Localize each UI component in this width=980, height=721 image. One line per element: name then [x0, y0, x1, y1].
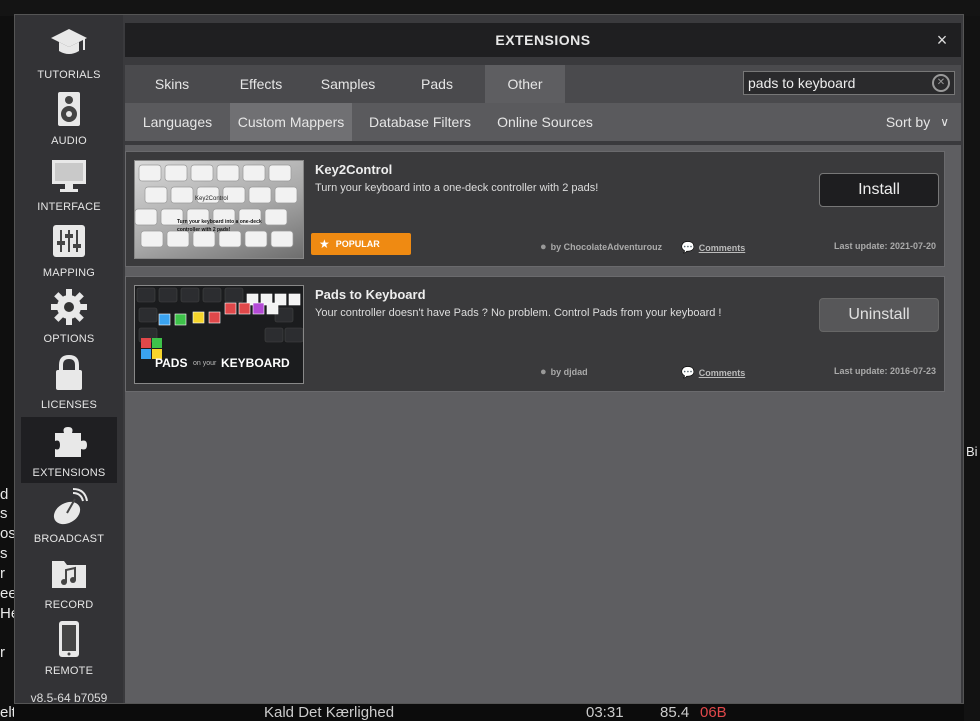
thumbnail-title: Key2Control — [195, 196, 229, 202]
extension-author: ● by djdad — [540, 366, 588, 378]
install-button[interactable]: Install — [819, 173, 939, 207]
sidebar-item-label: AUDIO — [51, 135, 87, 147]
dialog-title: EXTENSIONS — [495, 32, 591, 48]
category-tabs: Skins Effects Samples Pads Other ✕ — [125, 65, 961, 103]
tab-other[interactable]: Other — [485, 65, 565, 103]
last-update: Last update: 2021-07-20 — [833, 241, 936, 251]
sidebar-item-broadcast[interactable]: BROADCAST — [21, 483, 117, 549]
sidebar-item-record[interactable]: RECORD — [21, 549, 117, 615]
comments-link[interactable]: Comments — [699, 368, 746, 378]
extension-author: ● by ChocolateAdventurouz — [540, 241, 662, 253]
user-icon: ● — [540, 366, 547, 378]
sidebar-item-mapping[interactable]: MAPPING — [21, 217, 117, 283]
sidebar-item-label: OPTIONS — [43, 333, 95, 345]
phone-icon — [49, 619, 89, 659]
extension-card: PADS on your KEYBOARD Pads to Keyboard Y… — [125, 276, 945, 392]
bg-track-bpm: 85.4 — [660, 704, 690, 721]
extension-name: Key2Control — [315, 162, 393, 177]
dialog-title-bar: EXTENSIONS × — [125, 23, 961, 57]
sidebar-item-label: LICENSES — [40, 399, 97, 411]
author-name: by djdad — [550, 367, 588, 377]
extension-description: Your controller doesn't have Pads ? No p… — [315, 307, 722, 319]
tab-skins[interactable]: Skins — [125, 65, 219, 103]
popular-badge-label: POPULAR — [335, 239, 380, 249]
music-folder-icon — [49, 553, 89, 593]
background-right-panel: Bi — [964, 16, 980, 721]
clear-search-icon[interactable]: ✕ — [932, 74, 950, 92]
gear-icon — [49, 287, 89, 327]
bg-text-fragment: Bi — [966, 444, 978, 459]
bg-text-fragment: r — [0, 565, 5, 582]
last-update: Last update: 2016-07-23 — [833, 366, 936, 376]
thumbnail-pads-text: PADS — [155, 356, 188, 370]
tab-pads[interactable]: Pads — [393, 65, 481, 103]
author-name: by ChocolateAdventurouz — [550, 242, 663, 252]
search-input[interactable] — [744, 72, 932, 94]
monitor-icon — [49, 155, 89, 195]
extensions-dialog: TUTORIALS AUDIO INTERFACE MAPPING OPTION… — [14, 14, 964, 705]
speaker-icon — [49, 89, 89, 129]
sidebar-item-label: BROADCAST — [33, 533, 105, 545]
tab-samples[interactable]: Samples — [303, 65, 393, 103]
extension-thumbnail: Key2Control Turn your keyboard into a on… — [134, 160, 304, 259]
thumbnail-caption: Turn your keyboard into a one-deck contr… — [177, 219, 262, 233]
sidebar-item-extensions[interactable]: EXTENSIONS — [21, 417, 117, 483]
extension-comments: 💬 Comments — [681, 366, 745, 379]
extension-list: Key2Control Turn your keyboard into a on… — [125, 145, 961, 703]
sidebar-item-label: RECORD — [44, 599, 94, 611]
sidebar-item-label: TUTORIALS — [37, 69, 101, 81]
bg-text-fragment: s — [0, 505, 8, 522]
extension-comments: 💬 Comments — [681, 241, 745, 254]
sidebar-item-label: EXTENSIONS — [32, 467, 106, 479]
chevron-down-icon: ∨ — [940, 115, 949, 129]
background-track-row: Kald Det Kærlighed 03:31 85.4 06B — [14, 704, 964, 721]
search-box: ✕ — [743, 71, 955, 95]
thumbnail-on-text: on your — [193, 360, 217, 367]
extension-description: Turn your keyboard into a one-deck contr… — [315, 182, 599, 194]
close-icon[interactable]: × — [933, 31, 951, 49]
sidebar-item-label: MAPPING — [42, 267, 96, 279]
tab-effects[interactable]: Effects — [219, 65, 303, 103]
comments-link[interactable]: Comments — [699, 243, 746, 253]
puzzle-icon — [49, 421, 89, 461]
sidebar-item-interface[interactable]: INTERFACE — [21, 151, 117, 217]
settings-sidebar: TUTORIALS AUDIO INTERFACE MAPPING OPTION… — [15, 15, 123, 705]
sidebar-item-audio[interactable]: AUDIO — [21, 85, 117, 151]
extension-thumbnail: PADS on your KEYBOARD — [134, 285, 304, 384]
bg-text-fragment: r — [0, 644, 5, 661]
sidebar-item-label: REMOTE — [44, 665, 94, 677]
comment-icon: 💬 — [681, 367, 695, 379]
star-icon: ★ — [319, 237, 330, 251]
lock-icon — [49, 353, 89, 393]
subcategory-tabs: Languages Custom Mappers Database Filter… — [125, 103, 961, 141]
subtab-online-sources[interactable]: Online Sources — [487, 103, 603, 141]
subtab-languages[interactable]: Languages — [125, 103, 230, 141]
extension-name: Pads to Keyboard — [315, 287, 426, 302]
version-label: v8.5-64 b7059 — [30, 691, 108, 705]
bg-track-title: Kald Det Kærlighed — [264, 704, 395, 721]
uninstall-button[interactable]: Uninstall — [819, 298, 939, 332]
satellite-dish-icon — [49, 487, 89, 527]
graduation-cap-icon — [49, 23, 89, 63]
sidebar-item-remote[interactable]: REMOTE — [21, 615, 117, 681]
comment-icon: 💬 — [681, 242, 695, 254]
bg-text-fragment: s — [0, 545, 8, 562]
sort-by-label: Sort by — [885, 114, 931, 130]
user-icon: ● — [540, 241, 547, 253]
sidebar-item-label: INTERFACE — [37, 201, 101, 213]
sidebar-item-tutorials[interactable]: TUTORIALS — [21, 19, 117, 85]
sidebar-item-licenses[interactable]: LICENSES — [21, 349, 117, 415]
extension-card: Key2Control Turn your keyboard into a on… — [125, 151, 945, 267]
background-left-panel: d s os s r ee He r elt — [0, 16, 19, 721]
sort-by-dropdown[interactable]: Sort by ∨ — [886, 103, 949, 141]
bg-text-fragment: d — [0, 486, 9, 503]
bg-track-key: 06B — [700, 704, 727, 721]
subtab-database-filters[interactable]: Database Filters — [358, 103, 482, 141]
sliders-icon — [49, 221, 89, 261]
subtab-custom-mappers[interactable]: Custom Mappers — [230, 103, 352, 141]
popular-badge[interactable]: ★ POPULAR — [311, 233, 411, 255]
sidebar-item-options[interactable]: OPTIONS — [21, 283, 117, 349]
thumbnail-keyboard-text: KEYBOARD — [221, 356, 290, 370]
bg-track-time: 03:31 — [586, 704, 624, 721]
